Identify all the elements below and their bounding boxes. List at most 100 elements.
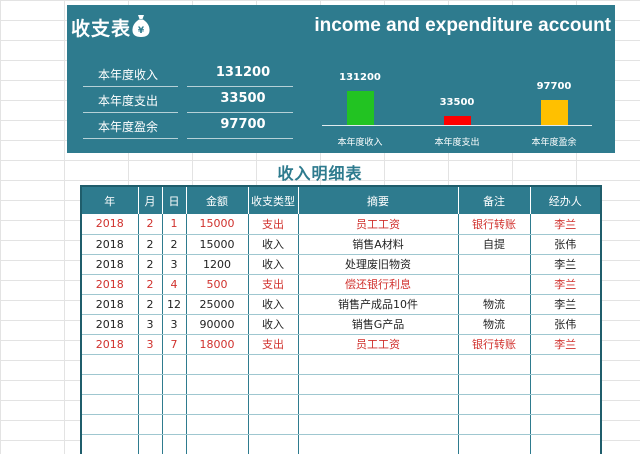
table-cell-empty[interactable] — [186, 434, 249, 454]
table-cell-month[interactable]: 3 — [138, 334, 163, 355]
table-cell-handler[interactable]: 李兰 — [530, 254, 600, 275]
table-cell-day[interactable]: 3 — [162, 314, 187, 335]
table-cell-empty[interactable] — [82, 394, 139, 415]
table-cell-summary[interactable]: 偿还银行利息 — [298, 274, 459, 295]
table-cell-empty[interactable] — [248, 354, 299, 375]
summary-value[interactable]: 97700 — [213, 117, 273, 132]
table-cell-amount[interactable]: 18000 — [186, 334, 249, 355]
empty-table-row[interactable] — [82, 414, 600, 435]
table-cell-empty[interactable] — [530, 434, 600, 454]
table-cell-note[interactable]: 物流 — [458, 294, 531, 315]
table-cell-note[interactable]: 物流 — [458, 314, 531, 335]
table-cell-empty[interactable] — [162, 434, 187, 454]
table-cell-type[interactable]: 收入 — [248, 294, 299, 315]
table-cell-type[interactable]: 收入 — [248, 254, 299, 275]
table-cell-empty[interactable] — [162, 414, 187, 435]
table-cell-handler[interactable]: 李兰 — [530, 214, 600, 235]
table-cell-note[interactable]: 银行转账 — [458, 334, 531, 355]
table-cell-empty[interactable] — [458, 374, 531, 395]
table-cell-year[interactable]: 2018 — [82, 214, 139, 235]
header-col-handler[interactable]: 经办人 — [530, 187, 600, 214]
table-cell-empty[interactable] — [298, 394, 459, 415]
table-cell-empty[interactable] — [138, 394, 163, 415]
table-cell-empty[interactable] — [82, 374, 139, 395]
table-row[interactable]: 2018 3 7 18000 支出 员工工资 银行转账 李兰 — [82, 334, 600, 355]
table-cell-handler[interactable]: 李兰 — [530, 274, 600, 295]
table-cell-amount[interactable]: 15000 — [186, 234, 249, 255]
table-cell-year[interactable]: 2018 — [82, 314, 139, 335]
table-cell-empty[interactable] — [530, 374, 600, 395]
table-cell-note[interactable]: 银行转账 — [458, 214, 531, 235]
header-col-day[interactable]: 日 — [162, 187, 187, 214]
table-cell-year[interactable]: 2018 — [82, 234, 139, 255]
table-cell-empty[interactable] — [186, 354, 249, 375]
table-cell-empty[interactable] — [530, 394, 600, 415]
header-col-year[interactable]: 年 — [82, 187, 139, 214]
table-cell-day[interactable]: 7 — [162, 334, 187, 355]
table-row[interactable]: 2018 2 3 1200 收入 处理废旧物资 李兰 — [82, 254, 600, 275]
table-cell-type[interactable]: 收入 — [248, 234, 299, 255]
table-cell-empty[interactable] — [162, 354, 187, 375]
table-row[interactable]: 2018 2 2 15000 收入 销售A材料 自提 张伟 — [82, 234, 600, 255]
table-cell-handler[interactable]: 李兰 — [530, 334, 600, 355]
table-cell-empty[interactable] — [298, 414, 459, 435]
table-cell-empty[interactable] — [458, 414, 531, 435]
header-col-amount[interactable]: 金额 — [186, 187, 249, 214]
table-cell-empty[interactable] — [162, 374, 187, 395]
table-cell-month[interactable]: 2 — [138, 234, 163, 255]
table-cell-amount[interactable]: 500 — [186, 274, 249, 295]
table-cell-empty[interactable] — [186, 414, 249, 435]
empty-table-row[interactable] — [82, 354, 600, 375]
table-cell-empty[interactable] — [298, 434, 459, 454]
table-cell-summary[interactable]: 员工工资 — [298, 214, 459, 235]
table-cell-empty[interactable] — [138, 374, 163, 395]
header-col-summary[interactable]: 摘要 — [298, 187, 459, 214]
empty-table-row[interactable] — [82, 394, 600, 415]
table-cell-type[interactable]: 支出 — [248, 274, 299, 295]
table-cell-empty[interactable] — [138, 434, 163, 454]
table-cell-note[interactable]: 自提 — [458, 234, 531, 255]
table-cell-empty[interactable] — [458, 354, 531, 375]
table-cell-year[interactable]: 2018 — [82, 254, 139, 275]
table-cell-handler[interactable]: 张伟 — [530, 234, 600, 255]
table-cell-empty[interactable] — [186, 374, 249, 395]
table-cell-empty[interactable] — [530, 354, 600, 375]
table-cell-empty[interactable] — [248, 374, 299, 395]
table-cell-month[interactable]: 3 — [138, 314, 163, 335]
table-cell-empty[interactable] — [248, 394, 299, 415]
table-cell-empty[interactable] — [530, 414, 600, 435]
table-cell-handler[interactable]: 张伟 — [530, 314, 600, 335]
empty-table-row[interactable] — [82, 374, 600, 395]
header-col-note[interactable]: 备注 — [458, 187, 531, 214]
table-cell-empty[interactable] — [82, 414, 139, 435]
table-cell-note[interactable] — [458, 254, 531, 275]
summary-value[interactable]: 33500 — [213, 91, 273, 106]
table-cell-empty[interactable] — [298, 374, 459, 395]
table-cell-summary[interactable]: 处理废旧物资 — [298, 254, 459, 275]
table-cell-note[interactable] — [458, 274, 531, 295]
table-cell-empty[interactable] — [82, 434, 139, 454]
table-cell-summary[interactable]: 员工工资 — [298, 334, 459, 355]
table-cell-empty[interactable] — [248, 414, 299, 435]
table-cell-amount[interactable]: 15000 — [186, 214, 249, 235]
table-cell-empty[interactable] — [138, 354, 163, 375]
table-cell-month[interactable]: 2 — [138, 294, 163, 315]
table-row[interactable]: 2018 3 3 90000 收入 销售G产品 物流 张伟 — [82, 314, 600, 335]
table-cell-type[interactable]: 支出 — [248, 334, 299, 355]
table-cell-empty[interactable] — [458, 434, 531, 454]
empty-table-row[interactable] — [82, 434, 600, 454]
table-cell-year[interactable]: 2018 — [82, 334, 139, 355]
table-cell-month[interactable]: 2 — [138, 274, 163, 295]
table-cell-empty[interactable] — [298, 354, 459, 375]
table-cell-empty[interactable] — [138, 414, 163, 435]
table-cell-day[interactable]: 1 — [162, 214, 187, 235]
header-col-month[interactable]: 月 — [138, 187, 163, 214]
table-cell-month[interactable]: 2 — [138, 254, 163, 275]
table-cell-amount[interactable]: 1200 — [186, 254, 249, 275]
table-cell-day[interactable]: 2 — [162, 234, 187, 255]
chart-bar[interactable] — [347, 91, 374, 125]
header-col-type[interactable]: 收支类型 — [248, 187, 299, 214]
table-cell-handler[interactable]: 李兰 — [530, 294, 600, 315]
table-cell-summary[interactable]: 销售A材料 — [298, 234, 459, 255]
table-cell-day[interactable]: 3 — [162, 254, 187, 275]
